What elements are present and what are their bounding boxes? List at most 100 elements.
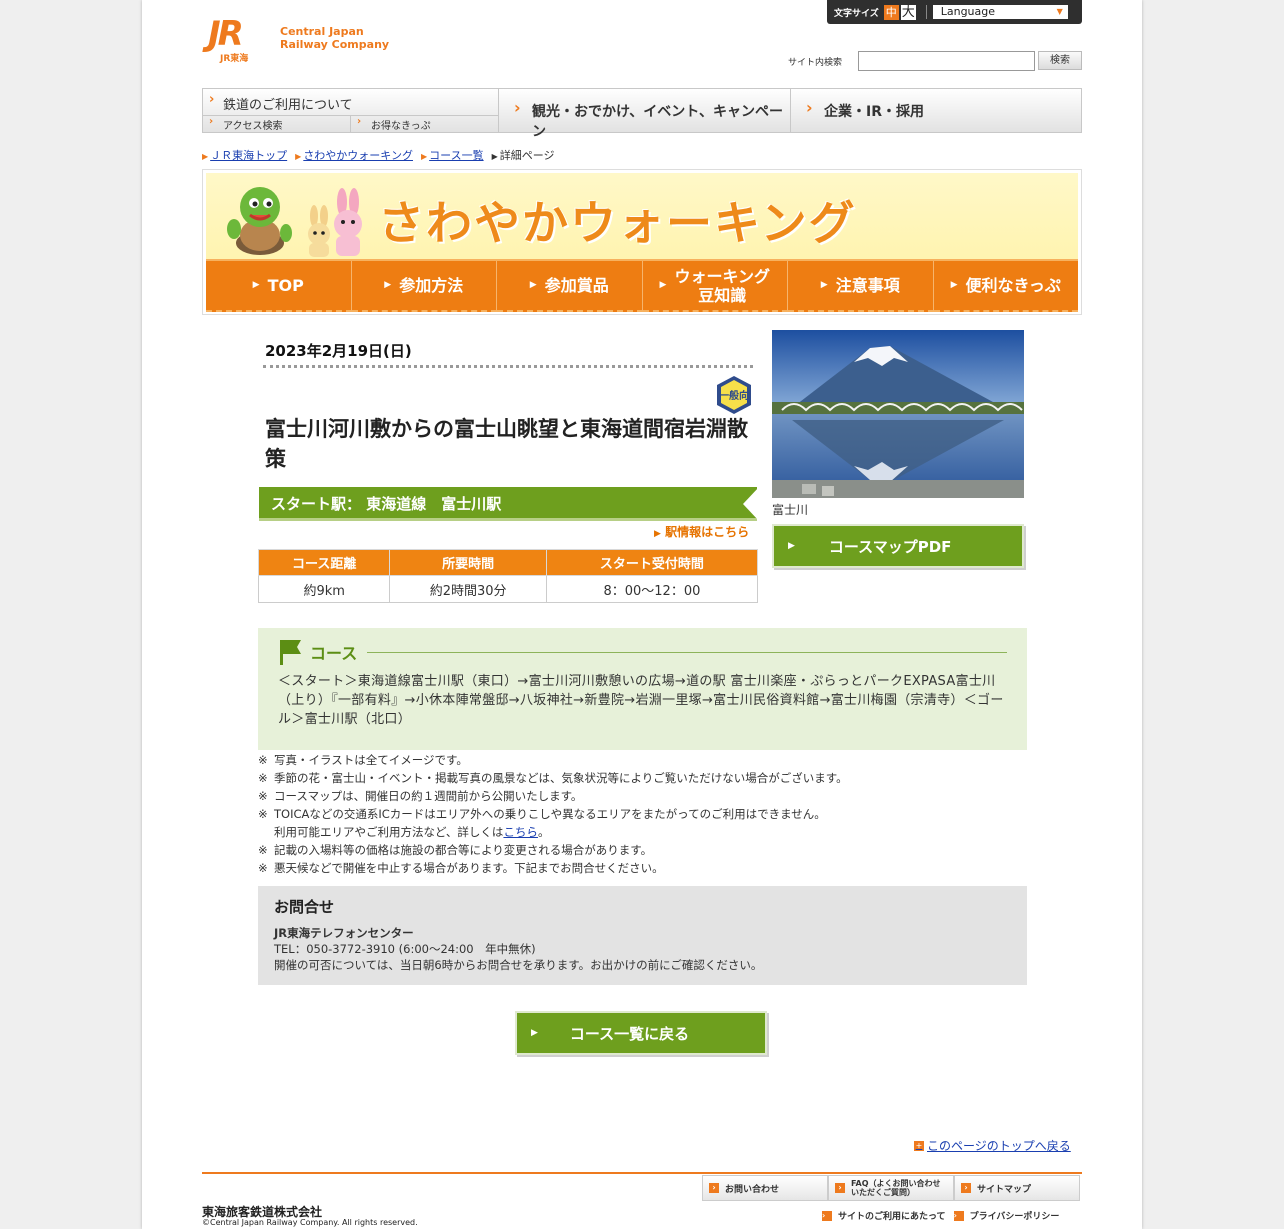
nav-access-search[interactable]: › アクセス検索 [203,116,351,132]
note-item: コースマップは、開催日の約１週間前から公開いたします。 [258,787,1027,805]
breadcrumb-link-top[interactable]: ＪＲ東海トップ [210,149,287,162]
course-section: コース ＜スタート＞東海道線富士川駅（東口）→富士川河川敷憩いの広場→道の駅 富… [258,628,1027,750]
font-size-label: 文字サイズ [834,8,879,19]
font-size-large-button[interactable]: 大 [900,4,916,20]
table-cell-distance: 約9km [257,575,391,603]
note-item: 記載の入場料等の価格は施設の都合等により変更される場合があります。 [258,841,1027,859]
chevron-right-icon: › [709,1183,719,1193]
chevron-right-icon: › [514,98,521,117]
note-ic-card-line2: 利用可能エリアやご利用方法など、詳しくは [274,825,504,839]
footer-faq-line2: いただくご質問） [851,1188,915,1197]
walking-nav-how-to-join[interactable]: ▶ 参加方法 [351,261,497,312]
breadcrumb-current-label: 詳細ページ [499,149,555,162]
course-map-pdf-button[interactable]: ▶ コースマップPDF [772,524,1024,568]
breadcrumb-item-top[interactable]: ▶ ＪＲ東海トップ [202,147,287,163]
breadcrumb-item-course-list[interactable]: ▶ コース一覧 [421,147,484,163]
badge-label: 一般向 [719,389,749,402]
footer-divider [202,1172,1082,1174]
note-item-ic-card: TOICAなどの交通系ICカードはエリア外への乗りこしや異なるエリアをまたがって… [258,805,1027,841]
font-size-medium-button[interactable]: 中 [883,4,899,20]
walking-nav-tickets[interactable]: ▶ 便利なきっぷ [933,261,1078,312]
turtle-mascot-icon [227,187,292,255]
station-info-link[interactable]: ▶ 駅情報はこちら [654,523,749,540]
breadcrumb-link-walking[interactable]: さわやかウォーキング [303,149,413,162]
walking-nav-cautions[interactable]: ▶ 注意事項 [788,261,934,312]
contact-tel: TEL：050-3772-3910 (6:00～24:00 年中無休) [274,942,536,956]
table-header-start-time: スタート受付時間 [545,549,759,576]
note-ic-card-line1: TOICAなどの交通系ICカードはエリア外への乗りこしや異なるエリアをまたがって… [274,807,826,821]
language-select-value: Language [940,5,996,18]
photo-caption: 富士川 [772,503,809,517]
walking-nav-top[interactable]: ▶ TOP [206,261,352,312]
ic-card-details-link[interactable]: こちら [503,825,538,839]
back-to-course-list-button[interactable]: ▶ コース一覧に戻る [515,1011,767,1055]
notes-list: 写真・イラストは全てイメージです。 季節の花・富士山・イベント・掲載写真の風景な… [258,751,1027,877]
banner-title: さわやかウォーキング [378,196,857,250]
chevron-right-icon: › [961,1183,971,1193]
triangle-right-icon: ▶ [491,152,498,161]
footer-terms-link[interactable]: › サイトのご利用にあたって [822,1209,946,1222]
walking-nav-prizes-label: 参加賞品 [544,276,609,295]
triangle-right-icon: ▶ [202,152,209,161]
contact-heading: お問合せ [274,898,335,916]
chevron-right-icon: › [822,1210,832,1221]
arrow-up-icon: + [914,1140,924,1151]
footer-inquiry-button[interactable]: › お問い合わせ [702,1175,828,1201]
logo-line-2: Railway Company [280,38,390,51]
nav-discount-tickets-label: お得なきっぷ [371,121,431,132]
ribbon-notch [743,487,759,521]
walking-nav-top-label: TOP [267,276,304,295]
walking-nav-tips[interactable]: ▶ ウォーキング 豆知識 [642,261,788,312]
jr-central-logo[interactable]: JR JR東海 Central Japan Railway Company [208,17,408,65]
contact-name: JR東海テレフォンセンター [274,926,414,940]
triangle-right-icon: ▶ [295,152,302,161]
dotted-divider [263,365,753,368]
table-header-duration: 所要時間 [389,549,547,576]
footer-sitemap-label: サイトマップ [977,1184,1032,1195]
course-heading: コース [278,638,1007,666]
note-item: 写真・イラストは全てイメージです。 [258,751,1027,769]
footer-faq-line1: FAQ（よくお問い合わせ [851,1179,941,1188]
breadcrumb-item-current: ▶ 詳細ページ [492,147,555,163]
chevron-right-icon: › [835,1183,845,1193]
site-search-button[interactable]: 検索 [1038,51,1082,70]
triangle-right-icon: ▶ [659,280,667,290]
breadcrumb-link-course-list[interactable]: コース一覧 [429,149,483,162]
walking-nav-prizes[interactable]: ▶ 参加賞品 [497,261,643,312]
page-top-link[interactable]: + このページのトップへ戻る [914,1137,1071,1154]
walking-nav-how-to-join-label: 参加方法 [399,276,464,295]
flag-icon [280,640,301,665]
nav-railway-usage[interactable]: › 鉄道のご利用について [203,89,499,116]
chevron-right-icon: › [209,116,214,127]
footer-sitemap-button[interactable]: › サイトマップ [954,1175,1080,1201]
event-title: 富士川河川敷からの富士山眺望と東海道間宿岩淵散策 [265,417,748,471]
nav-corporate[interactable]: › 企業・IR・採用 [792,89,1081,132]
triangle-right-icon: ▶ [531,1028,538,1038]
triangle-right-icon: ▶ [529,280,537,290]
course-route: ＜スタート＞東海道線富士川駅（東口）→富士川河川敷憩いの広場→道の駅 富士川楽座… [278,674,1004,727]
language-select[interactable]: Language ▼ [932,5,1068,19]
event-date: 2023年2月19日(日) [265,342,412,360]
site-search-input[interactable] [858,51,1035,71]
breadcrumb-item-walking[interactable]: ▶ さわやかウォーキング [295,147,413,163]
nav-railway-usage-label: 鉄道のご利用について [223,98,353,113]
nav-discount-tickets[interactable]: › お得なきっぷ [351,116,499,132]
triangle-right-icon: ▶ [820,280,828,290]
walking-nav-tips-label: ウォーキング 豆知識 [674,266,770,305]
triangle-right-icon: ▶ [384,280,392,290]
mount-fuji-photo [772,330,1024,498]
course-map-pdf-label: コースマップPDF [828,537,952,556]
breadcrumb: ▶ ＪＲ東海トップ ▶ さわやかウォーキング ▶ コース一覧 ▶ 詳細ページ [202,147,555,163]
table-cell-start-time: 8：00～12：00 [545,575,759,603]
nav-tourism[interactable]: › 観光・おでかけ、イベント、キャンペーン [500,89,791,140]
triangle-right-icon: ▶ [420,152,428,161]
footer-buttons: › お問い合わせ › FAQ（よくお問い合わせ いただくご質問） › サイトマップ [702,1175,1080,1201]
footer-privacy-link[interactable]: › プライバシーポリシー [953,1209,1059,1222]
course-heading-rule [367,651,1007,653]
banner-header[interactable]: さわやかウォーキング [206,173,1078,259]
contact-note: 開催の可否については、当日朝6時からお問合せを承ります。お出かけの前にご確認くだ… [274,958,763,972]
page-container: JR JR東海 Central Japan Railway Company 文字… [142,0,1142,1229]
footer-faq-label: FAQ（よくお問い合わせ いただくご質問） [851,1179,941,1197]
footer-faq-button[interactable]: › FAQ（よくお問い合わせ いただくご質問） [828,1175,954,1201]
logo-line-1: Central Japan [280,25,364,38]
